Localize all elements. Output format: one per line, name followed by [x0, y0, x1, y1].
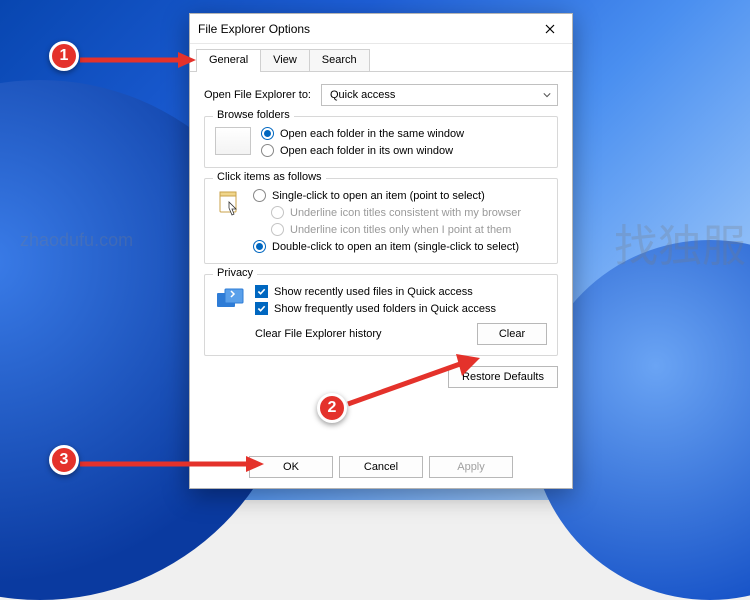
clear-history-label: Clear File Explorer history — [255, 328, 382, 340]
clear-history-row: Clear File Explorer history Clear — [215, 323, 547, 345]
radio-same-window[interactable]: Open each folder in the same window — [261, 127, 464, 140]
open-explorer-label: Open File Explorer to: — [204, 89, 311, 101]
click-items-group: Click items as follows Single-click to o… — [204, 178, 558, 264]
check-label: Show frequently used folders in Quick ac… — [274, 303, 496, 315]
annotation-badge-1: 1 — [49, 41, 79, 71]
annotation-badge-3: 3 — [49, 445, 79, 475]
restore-defaults-button[interactable]: Restore Defaults — [448, 366, 558, 388]
click-items-legend: Click items as follows — [213, 171, 326, 183]
radio-label: Double-click to open an item (single-cli… — [272, 241, 519, 253]
open-explorer-value: Quick access — [330, 89, 395, 101]
radio-underline-browser: Underline icon titles consistent with my… — [271, 206, 521, 219]
checkbox-icon — [255, 285, 268, 298]
dialog-title: File Explorer Options — [198, 22, 536, 36]
radio-label: Underline icon titles only when I point … — [290, 224, 511, 236]
privacy-icon — [215, 285, 245, 313]
radio-icon — [261, 144, 274, 157]
radio-icon — [253, 189, 266, 202]
clear-button[interactable]: Clear — [477, 323, 547, 345]
privacy-legend: Privacy — [213, 267, 257, 279]
folder-preview-icon — [215, 127, 251, 155]
restore-defaults-row: Restore Defaults — [204, 366, 558, 388]
click-preview-icon — [215, 189, 243, 223]
dialog-footer: OK Cancel Apply — [190, 456, 572, 478]
radio-own-window[interactable]: Open each folder in its own window — [261, 144, 464, 157]
radio-underline-point: Underline icon titles only when I point … — [271, 223, 521, 236]
dialog-body: Open File Explorer to: Quick access Brow… — [190, 72, 572, 398]
radio-label: Open each folder in the same window — [280, 128, 464, 140]
radio-label: Underline icon titles consistent with my… — [290, 207, 521, 219]
privacy-group: Privacy Show recently used files in Quic… — [204, 274, 558, 356]
titlebar[interactable]: File Explorer Options — [190, 14, 572, 44]
check-recent-files[interactable]: Show recently used files in Quick access — [255, 285, 496, 298]
radio-label: Open each folder in its own window — [280, 145, 453, 157]
apply-button[interactable]: Apply — [429, 456, 513, 478]
chevron-down-icon — [543, 91, 551, 99]
radio-double-click[interactable]: Double-click to open an item (single-cli… — [253, 240, 521, 253]
ok-button[interactable]: OK — [249, 456, 333, 478]
open-explorer-row: Open File Explorer to: Quick access — [204, 84, 558, 106]
open-explorer-combobox[interactable]: Quick access — [321, 84, 558, 106]
cancel-button[interactable]: Cancel — [339, 456, 423, 478]
file-explorer-options-dialog: File Explorer Options General View Searc… — [189, 13, 573, 489]
tab-search[interactable]: Search — [309, 49, 370, 71]
tab-view[interactable]: View — [260, 49, 310, 71]
check-frequent-folders[interactable]: Show frequently used folders in Quick ac… — [255, 302, 496, 315]
close-icon — [545, 24, 555, 34]
radio-label: Single-click to open an item (point to s… — [272, 190, 485, 202]
close-button[interactable] — [536, 18, 564, 40]
tab-general[interactable]: General — [196, 49, 261, 71]
check-label: Show recently used files in Quick access — [274, 286, 473, 298]
tab-strip: General View Search — [190, 44, 572, 72]
browse-folders-legend: Browse folders — [213, 109, 294, 121]
radio-icon — [271, 223, 284, 236]
radio-icon — [271, 206, 284, 219]
checkbox-icon — [255, 302, 268, 315]
radio-icon — [253, 240, 266, 253]
annotation-badge-2: 2 — [317, 393, 347, 423]
radio-single-click[interactable]: Single-click to open an item (point to s… — [253, 189, 521, 202]
browse-folders-group: Browse folders Open each folder in the s… — [204, 116, 558, 168]
radio-icon — [261, 127, 274, 140]
